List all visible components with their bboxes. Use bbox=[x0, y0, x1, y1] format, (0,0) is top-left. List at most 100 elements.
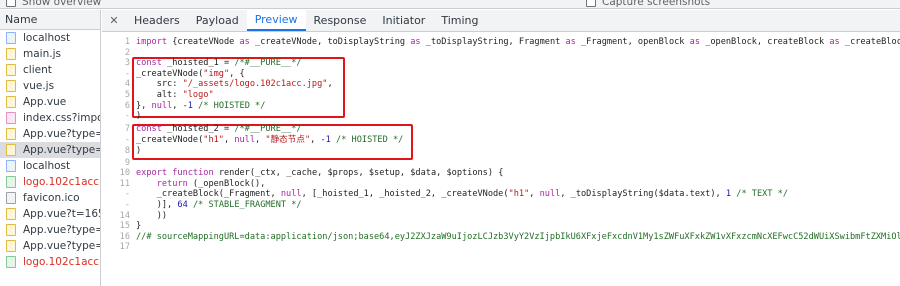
code-line: 16 //# sourceMappingURL=data:application/… bbox=[102, 232, 900, 243]
document-icon bbox=[6, 32, 16, 44]
request-item[interactable]: index.css?import bbox=[0, 110, 100, 126]
code-line: 4 src: "/_assets/logo.102c1acc.jpg", bbox=[102, 79, 900, 90]
request-item-name: main.js bbox=[23, 48, 61, 60]
tab-preview[interactable]: Preview bbox=[246, 10, 306, 31]
request-list: Name localhost main.js client vue.js App.vue… bbox=[0, 10, 101, 286]
tab-initiator[interactable]: Initiator bbox=[374, 10, 433, 31]
line-number: 5 bbox=[124, 90, 130, 100]
request-item[interactable]: App.vue?t=1650... bbox=[0, 206, 100, 222]
request-item[interactable]: App.vue bbox=[0, 94, 100, 110]
script-icon bbox=[6, 208, 16, 220]
request-item-name: index.css?import bbox=[23, 112, 100, 124]
line-number: 17 bbox=[119, 242, 130, 253]
code-text: const _hoisted_2 = /*#__PURE__*/ bbox=[136, 124, 302, 135]
line-number: 10 bbox=[119, 168, 130, 179]
document-icon bbox=[6, 160, 16, 172]
code-line: 17 bbox=[102, 242, 900, 253]
code-text: _createVNode("img", { bbox=[136, 68, 245, 79]
code-text: )) bbox=[136, 210, 168, 221]
line-number: - bbox=[124, 199, 130, 210]
show-overview-label: Show overview bbox=[22, 0, 102, 8]
request-item[interactable]: logo.102c1acc.jpg bbox=[0, 174, 100, 190]
code-text: import {createVNode as _createVNode, toD… bbox=[136, 37, 900, 47]
request-item[interactable]: vue.js bbox=[0, 78, 100, 94]
script-icon bbox=[6, 64, 16, 76]
code-text: //# sourceMappingURL=data:application/js… bbox=[136, 231, 900, 242]
image-icon bbox=[6, 256, 16, 268]
line-number: - bbox=[124, 68, 130, 79]
request-item[interactable]: main.js bbox=[0, 46, 100, 62]
code-text: export function render(_ctx, _cache, $pr… bbox=[136, 168, 504, 179]
request-item-name: logo.102c1acc.jpg bbox=[23, 256, 100, 268]
code-text: } bbox=[136, 221, 142, 232]
code-text: return (_openBlock(), bbox=[156, 178, 266, 189]
tab-response[interactable]: Response bbox=[306, 10, 375, 31]
line-number: 7 bbox=[124, 124, 130, 135]
image-icon bbox=[6, 176, 16, 188]
code-line: -) bbox=[102, 111, 900, 122]
code-line: 1 import {createVNode as _createVNode, to… bbox=[102, 37, 900, 48]
request-item-name: App.vue?type=st... bbox=[23, 240, 100, 252]
script-icon bbox=[6, 96, 16, 108]
line-number: 11 bbox=[119, 178, 130, 189]
tab-timing[interactable]: Timing bbox=[433, 10, 486, 31]
favicon-icon bbox=[6, 192, 16, 204]
code-line: 9 bbox=[102, 158, 900, 169]
request-item-name: client bbox=[23, 64, 52, 76]
name-column-header[interactable]: Name bbox=[0, 10, 100, 30]
code-line: - _createBlock(_Fragment, null, [_hoiste… bbox=[102, 189, 900, 200]
line-number: 8 bbox=[124, 145, 130, 156]
request-item[interactable]: logo.102c1acc.jpg bbox=[0, 254, 100, 270]
code-line: - )], 64 /* STABLE_FRAGMENT */ bbox=[102, 200, 900, 211]
capture-screenshots-checkbox[interactable] bbox=[586, 0, 596, 7]
tab-payload[interactable]: Payload bbox=[188, 10, 247, 31]
script-icon bbox=[6, 80, 16, 92]
line-number: - bbox=[124, 189, 130, 200]
script-icon bbox=[6, 224, 16, 236]
code-text: }, null, -1 /* HOISTED */ bbox=[136, 100, 266, 111]
code-line: - _createVNode("h1", null, "静态节点", -1 /* … bbox=[102, 135, 900, 146]
request-item-name: App.vue?t=1650... bbox=[23, 208, 100, 220]
request-item[interactable]: client bbox=[0, 62, 100, 78]
show-overview-checkbox[interactable] bbox=[6, 0, 16, 7]
code-text: alt: "logo" bbox=[136, 90, 214, 100]
script-icon bbox=[6, 48, 16, 60]
code-line: 6}, null, -1 /* HOISTED */ bbox=[102, 101, 900, 112]
close-icon[interactable]: ✕ bbox=[102, 10, 126, 31]
request-item[interactable]: localhost bbox=[0, 158, 100, 174]
code-line: 5 alt: "logo" bbox=[102, 90, 900, 101]
request-item-name: localhost bbox=[23, 32, 71, 44]
request-item[interactable]: localhost bbox=[0, 30, 100, 46]
request-item-name: localhost bbox=[23, 160, 71, 172]
line-number: 9 bbox=[124, 157, 130, 168]
script-icon bbox=[6, 112, 16, 124]
tab-headers[interactable]: Headers bbox=[126, 10, 188, 31]
request-item-name: vue.js bbox=[23, 80, 55, 92]
network-toolbar: Show overview Capture screenshots bbox=[0, 0, 900, 9]
capture-screenshots-option[interactable]: Capture screenshots bbox=[586, 0, 710, 8]
code-line: - _createVNode("img", { bbox=[102, 69, 900, 80]
code-text: ) bbox=[136, 111, 142, 122]
line-number: - bbox=[124, 135, 130, 145]
code-line: 15} bbox=[102, 221, 900, 232]
request-item[interactable]: App.vue?type=st... bbox=[0, 142, 100, 158]
request-item-name: App.vue?type=st... bbox=[23, 128, 100, 140]
request-item[interactable]: App.vue?type=st... bbox=[0, 222, 100, 238]
request-item[interactable]: App.vue?type=st... bbox=[0, 238, 100, 254]
line-number: 16 bbox=[119, 231, 130, 242]
show-overview-option[interactable]: Show overview bbox=[6, 0, 101, 8]
code-text: src: "/_assets/logo.102c1acc.jpg", bbox=[136, 79, 333, 90]
script-icon bbox=[6, 128, 16, 140]
code-line: 8) bbox=[102, 146, 900, 157]
code-preview: 1 import {createVNode as _createVNode, to… bbox=[102, 33, 900, 286]
request-item[interactable]: App.vue?type=st... bbox=[0, 126, 100, 142]
request-item-name: App.vue bbox=[23, 96, 67, 108]
code-text: _createBlock(_Fragment, null, [_hoisted_… bbox=[136, 189, 789, 200]
line-number: - bbox=[124, 111, 130, 122]
line-number: 4 bbox=[124, 79, 130, 90]
line-number: 3 bbox=[124, 58, 130, 69]
code-line: 7 const _hoisted_2 = /*#__PURE__*/ bbox=[102, 124, 900, 135]
request-item-name: logo.102c1acc.jpg bbox=[23, 176, 100, 188]
request-item[interactable]: favicon.ico bbox=[0, 190, 100, 206]
line-number: 1 bbox=[124, 37, 130, 47]
